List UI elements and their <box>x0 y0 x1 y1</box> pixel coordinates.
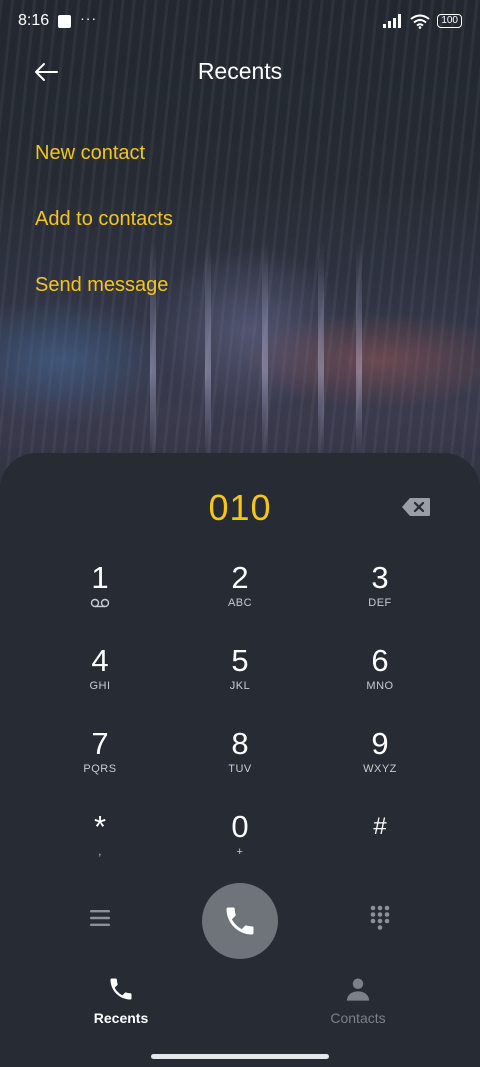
status-right: 100 <box>383 14 462 29</box>
key-letters: MNO <box>366 680 394 692</box>
key-digit: 6 <box>371 643 389 678</box>
key-5[interactable]: 5 JKL <box>180 644 300 714</box>
key-7[interactable]: 7 PQRS <box>40 727 160 797</box>
key-3[interactable]: 3 DEF <box>320 561 440 631</box>
key-letters: PQRS <box>83 763 117 775</box>
key-letters: WXYZ <box>363 763 397 775</box>
tab-contacts[interactable]: Contacts <box>298 975 418 1035</box>
call-button[interactable] <box>202 883 278 959</box>
key-letters: DEF <box>368 597 392 609</box>
page-title: Recents <box>197 58 283 84</box>
dialer-screen: 8:16 ··· 100 Recents New contact Add to … <box>0 0 480 1067</box>
dialpad-icon <box>370 905 390 930</box>
light-ray <box>356 240 362 460</box>
person-icon <box>346 978 370 1001</box>
key-digit: 9 <box>371 726 389 761</box>
key-1[interactable]: 1 <box>40 561 160 631</box>
key-star[interactable]: * , <box>40 810 160 880</box>
more-notifications-icon: ··· <box>80 10 98 26</box>
key-letters: TUV <box>228 763 252 775</box>
light-ray <box>150 240 156 460</box>
wifi-icon <box>410 14 430 29</box>
backspace-icon <box>402 498 430 516</box>
keypad-toggle-button[interactable] <box>360 900 400 936</box>
key-hash[interactable]: # <box>320 810 440 880</box>
status-time: 8:16 <box>18 12 50 29</box>
dialer-panel: 010 1 2 ABC 3 DEF 4 GHI 5 JKL 6 MNO 7 PQ… <box>0 453 480 1067</box>
key-2[interactable]: 2 ABC <box>180 561 300 631</box>
key-digit: # <box>373 813 387 840</box>
key-digit: * <box>93 809 107 844</box>
key-letters: , <box>98 846 102 858</box>
phone-icon <box>110 978 132 1000</box>
hamburger-menu-icon <box>90 910 110 926</box>
key-digit: 7 <box>91 726 109 761</box>
menu-button[interactable] <box>80 900 120 936</box>
light-ray <box>318 240 324 460</box>
status-bar: 8:16 ··· 100 <box>0 0 480 42</box>
key-4[interactable]: 4 GHI <box>40 644 160 714</box>
backspace-button[interactable] <box>398 495 434 519</box>
status-left: 8:16 ··· <box>18 10 98 30</box>
key-6[interactable]: 6 MNO <box>320 644 440 714</box>
key-letters: ABC <box>227 597 253 609</box>
signal-icon <box>383 14 402 28</box>
tab-recents-label: Recents <box>93 1010 149 1026</box>
key-9[interactable]: 9 WXYZ <box>320 727 440 797</box>
header: Recents <box>0 50 480 94</box>
phone-icon <box>226 907 254 935</box>
key-digit: 0 <box>231 809 249 844</box>
tab-contacts-label: Contacts <box>330 1010 386 1026</box>
tab-recents[interactable]: Recents <box>61 975 181 1035</box>
light-ray <box>205 240 211 460</box>
key-digit: 4 <box>91 643 109 678</box>
key-digit: 2 <box>231 560 249 595</box>
key-letters: GHI <box>89 680 111 692</box>
add-to-contacts-option[interactable]: Add to contacts <box>35 208 173 231</box>
battery-icon: 100 <box>437 14 462 28</box>
send-message-option[interactable]: Send message <box>35 274 168 297</box>
key-digit: 3 <box>371 560 389 595</box>
key-digit: 5 <box>231 643 249 678</box>
key-digit: 8 <box>231 726 249 761</box>
new-contact-option[interactable]: New contact <box>35 142 145 165</box>
notification-icon <box>58 14 72 28</box>
light-ray <box>262 240 268 460</box>
key-8[interactable]: 8 TUV <box>180 727 300 797</box>
key-digit: 1 <box>91 560 109 595</box>
key-letters: + <box>236 846 244 858</box>
home-indicator[interactable] <box>151 1054 329 1059</box>
key-0[interactable]: 0 + <box>180 810 300 880</box>
voicemail-icon <box>90 598 110 608</box>
key-letters: JKL <box>229 680 251 692</box>
